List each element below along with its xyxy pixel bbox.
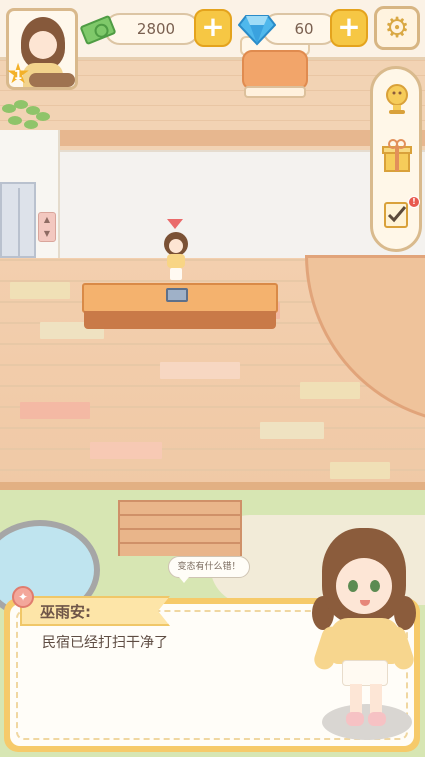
- npc-speech-bubble: 变态有什么错！: [168, 556, 250, 583]
- gear-icon[interactable]: ⚙: [374, 6, 420, 50]
- add-cash-button[interactable]: +: [194, 9, 232, 47]
- elevator-button[interactable]: ▲ ▼: [38, 212, 56, 242]
- entrance-stairs: [118, 500, 242, 556]
- dialog-text: 民宿已经打扫干净了: [42, 635, 168, 651]
- side-menu: [370, 66, 422, 252]
- cash-register[interactable]: [166, 288, 188, 302]
- cash-icon: [79, 14, 117, 46]
- elevator-door[interactable]: [0, 182, 36, 258]
- player-level: 1: [13, 68, 23, 82]
- notification-badge: !: [408, 196, 420, 208]
- cash-counter: 2800: [104, 13, 200, 45]
- npc-marker-icon: [167, 219, 183, 229]
- pin-icon: ✦: [12, 586, 34, 608]
- gem-icon: [238, 15, 276, 46]
- gift-icon[interactable]: [381, 139, 413, 173]
- speaker-name: 巫雨安:: [40, 603, 91, 621]
- upper-floor-edge: [0, 130, 425, 146]
- interior-wall: [0, 150, 425, 260]
- trophy-icon[interactable]: [381, 81, 413, 115]
- cash-value: 2800: [136, 20, 176, 38]
- speaker-portrait: [308, 522, 420, 747]
- gem-value: 60: [294, 20, 314, 38]
- npc-character[interactable]: [160, 230, 192, 280]
- add-gems-button[interactable]: +: [330, 9, 368, 47]
